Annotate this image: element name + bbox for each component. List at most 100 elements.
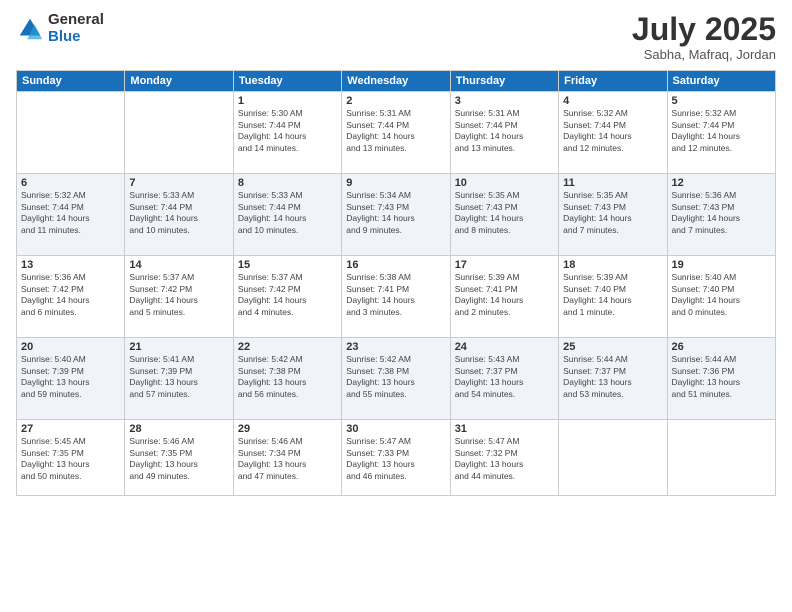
day-number: 9	[346, 177, 445, 189]
day-number: 28	[129, 423, 228, 435]
day-number: 5	[672, 95, 771, 107]
location-subtitle: Sabha, Mafraq, Jordan	[632, 47, 776, 62]
table-row: 26Sunrise: 5:44 AM Sunset: 7:36 PM Dayli…	[667, 338, 775, 420]
day-number: 30	[346, 423, 445, 435]
day-info: Sunrise: 5:33 AM Sunset: 7:44 PM Dayligh…	[238, 190, 337, 236]
day-info: Sunrise: 5:35 AM Sunset: 7:43 PM Dayligh…	[455, 190, 554, 236]
day-number: 31	[455, 423, 554, 435]
day-number: 10	[455, 177, 554, 189]
day-info: Sunrise: 5:41 AM Sunset: 7:39 PM Dayligh…	[129, 354, 228, 400]
table-row: 6Sunrise: 5:32 AM Sunset: 7:44 PM Daylig…	[17, 174, 125, 256]
day-number: 7	[129, 177, 228, 189]
day-info: Sunrise: 5:31 AM Sunset: 7:44 PM Dayligh…	[455, 108, 554, 154]
table-row: 21Sunrise: 5:41 AM Sunset: 7:39 PM Dayli…	[125, 338, 233, 420]
day-info: Sunrise: 5:33 AM Sunset: 7:44 PM Dayligh…	[129, 190, 228, 236]
day-number: 25	[563, 341, 662, 353]
day-number: 24	[455, 341, 554, 353]
day-number: 2	[346, 95, 445, 107]
day-info: Sunrise: 5:37 AM Sunset: 7:42 PM Dayligh…	[238, 272, 337, 318]
day-number: 14	[129, 259, 228, 271]
day-number: 6	[21, 177, 120, 189]
day-number: 29	[238, 423, 337, 435]
logo-icon	[16, 15, 44, 43]
day-number: 13	[21, 259, 120, 271]
table-row: 17Sunrise: 5:39 AM Sunset: 7:41 PM Dayli…	[450, 256, 558, 338]
day-info: Sunrise: 5:36 AM Sunset: 7:43 PM Dayligh…	[672, 190, 771, 236]
table-row: 31Sunrise: 5:47 AM Sunset: 7:32 PM Dayli…	[450, 420, 558, 496]
table-row	[17, 92, 125, 174]
day-info: Sunrise: 5:40 AM Sunset: 7:40 PM Dayligh…	[672, 272, 771, 318]
table-row	[559, 420, 667, 496]
day-number: 16	[346, 259, 445, 271]
day-info: Sunrise: 5:31 AM Sunset: 7:44 PM Dayligh…	[346, 108, 445, 154]
day-number: 27	[21, 423, 120, 435]
day-number: 11	[563, 177, 662, 189]
table-row: 19Sunrise: 5:40 AM Sunset: 7:40 PM Dayli…	[667, 256, 775, 338]
table-row: 27Sunrise: 5:45 AM Sunset: 7:35 PM Dayli…	[17, 420, 125, 496]
day-info: Sunrise: 5:32 AM Sunset: 7:44 PM Dayligh…	[21, 190, 120, 236]
day-number: 3	[455, 95, 554, 107]
day-number: 19	[672, 259, 771, 271]
logo-general-text: General	[48, 12, 104, 29]
col-tuesday: Tuesday	[233, 71, 341, 92]
table-row: 1Sunrise: 5:30 AM Sunset: 7:44 PM Daylig…	[233, 92, 341, 174]
calendar-week-row: 1Sunrise: 5:30 AM Sunset: 7:44 PM Daylig…	[17, 92, 776, 174]
day-info: Sunrise: 5:35 AM Sunset: 7:43 PM Dayligh…	[563, 190, 662, 236]
col-monday: Monday	[125, 71, 233, 92]
header: General Blue July 2025 Sabha, Mafraq, Jo…	[16, 12, 776, 62]
table-row: 4Sunrise: 5:32 AM Sunset: 7:44 PM Daylig…	[559, 92, 667, 174]
calendar-week-row: 13Sunrise: 5:36 AM Sunset: 7:42 PM Dayli…	[17, 256, 776, 338]
day-number: 1	[238, 95, 337, 107]
title-block: July 2025 Sabha, Mafraq, Jordan	[632, 12, 776, 62]
day-info: Sunrise: 5:32 AM Sunset: 7:44 PM Dayligh…	[563, 108, 662, 154]
logo: General Blue	[16, 12, 104, 45]
calendar-header-row: Sunday Monday Tuesday Wednesday Thursday…	[17, 71, 776, 92]
month-title: July 2025	[632, 12, 776, 47]
col-wednesday: Wednesday	[342, 71, 450, 92]
day-number: 21	[129, 341, 228, 353]
day-info: Sunrise: 5:43 AM Sunset: 7:37 PM Dayligh…	[455, 354, 554, 400]
table-row: 2Sunrise: 5:31 AM Sunset: 7:44 PM Daylig…	[342, 92, 450, 174]
day-number: 15	[238, 259, 337, 271]
day-info: Sunrise: 5:44 AM Sunset: 7:36 PM Dayligh…	[672, 354, 771, 400]
calendar-week-row: 6Sunrise: 5:32 AM Sunset: 7:44 PM Daylig…	[17, 174, 776, 256]
table-row: 8Sunrise: 5:33 AM Sunset: 7:44 PM Daylig…	[233, 174, 341, 256]
table-row: 3Sunrise: 5:31 AM Sunset: 7:44 PM Daylig…	[450, 92, 558, 174]
day-number: 26	[672, 341, 771, 353]
day-number: 18	[563, 259, 662, 271]
table-row: 14Sunrise: 5:37 AM Sunset: 7:42 PM Dayli…	[125, 256, 233, 338]
table-row: 23Sunrise: 5:42 AM Sunset: 7:38 PM Dayli…	[342, 338, 450, 420]
day-number: 4	[563, 95, 662, 107]
table-row: 16Sunrise: 5:38 AM Sunset: 7:41 PM Dayli…	[342, 256, 450, 338]
col-sunday: Sunday	[17, 71, 125, 92]
table-row: 29Sunrise: 5:46 AM Sunset: 7:34 PM Dayli…	[233, 420, 341, 496]
day-info: Sunrise: 5:47 AM Sunset: 7:33 PM Dayligh…	[346, 436, 445, 482]
table-row: 12Sunrise: 5:36 AM Sunset: 7:43 PM Dayli…	[667, 174, 775, 256]
day-info: Sunrise: 5:37 AM Sunset: 7:42 PM Dayligh…	[129, 272, 228, 318]
table-row: 30Sunrise: 5:47 AM Sunset: 7:33 PM Dayli…	[342, 420, 450, 496]
col-thursday: Thursday	[450, 71, 558, 92]
day-info: Sunrise: 5:46 AM Sunset: 7:34 PM Dayligh…	[238, 436, 337, 482]
day-number: 8	[238, 177, 337, 189]
day-info: Sunrise: 5:38 AM Sunset: 7:41 PM Dayligh…	[346, 272, 445, 318]
table-row: 22Sunrise: 5:42 AM Sunset: 7:38 PM Dayli…	[233, 338, 341, 420]
table-row: 10Sunrise: 5:35 AM Sunset: 7:43 PM Dayli…	[450, 174, 558, 256]
table-row: 9Sunrise: 5:34 AM Sunset: 7:43 PM Daylig…	[342, 174, 450, 256]
day-info: Sunrise: 5:39 AM Sunset: 7:40 PM Dayligh…	[563, 272, 662, 318]
day-info: Sunrise: 5:40 AM Sunset: 7:39 PM Dayligh…	[21, 354, 120, 400]
day-number: 12	[672, 177, 771, 189]
day-info: Sunrise: 5:47 AM Sunset: 7:32 PM Dayligh…	[455, 436, 554, 482]
table-row: 7Sunrise: 5:33 AM Sunset: 7:44 PM Daylig…	[125, 174, 233, 256]
table-row: 18Sunrise: 5:39 AM Sunset: 7:40 PM Dayli…	[559, 256, 667, 338]
day-number: 23	[346, 341, 445, 353]
day-number: 22	[238, 341, 337, 353]
col-saturday: Saturday	[667, 71, 775, 92]
day-info: Sunrise: 5:39 AM Sunset: 7:41 PM Dayligh…	[455, 272, 554, 318]
table-row: 24Sunrise: 5:43 AM Sunset: 7:37 PM Dayli…	[450, 338, 558, 420]
day-number: 17	[455, 259, 554, 271]
day-info: Sunrise: 5:42 AM Sunset: 7:38 PM Dayligh…	[238, 354, 337, 400]
day-info: Sunrise: 5:42 AM Sunset: 7:38 PM Dayligh…	[346, 354, 445, 400]
logo-blue-text: Blue	[48, 29, 104, 46]
table-row: 5Sunrise: 5:32 AM Sunset: 7:44 PM Daylig…	[667, 92, 775, 174]
table-row: 25Sunrise: 5:44 AM Sunset: 7:37 PM Dayli…	[559, 338, 667, 420]
